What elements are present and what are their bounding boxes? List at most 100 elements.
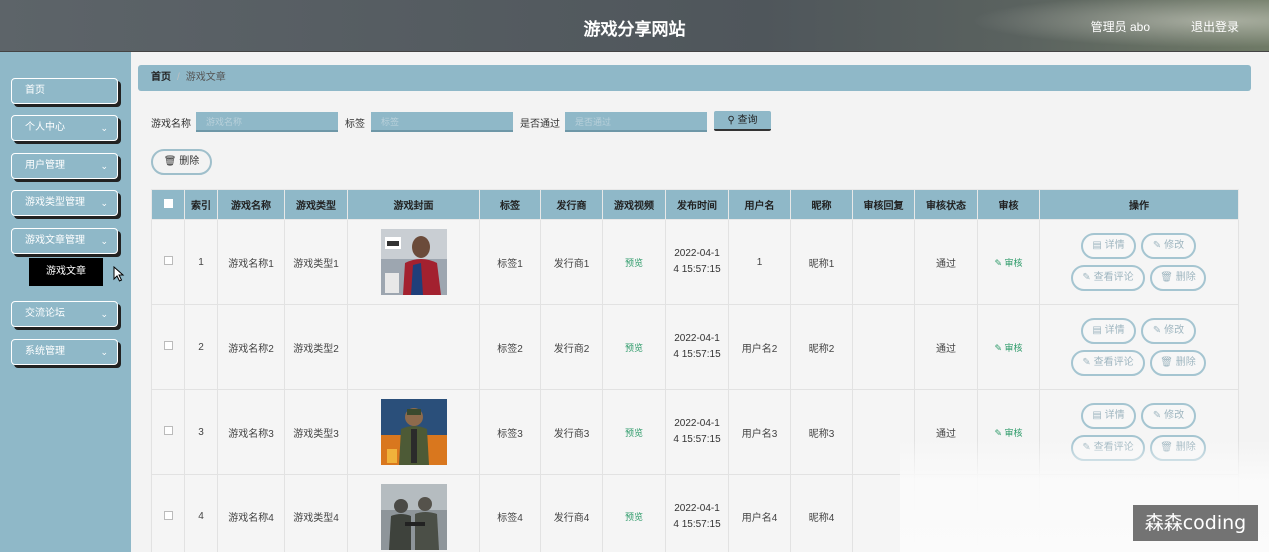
row-select-cell [151,389,185,475]
index-cell: 1 [184,219,218,305]
chevron-down-icon: ⌄ [100,347,108,357]
index-cell: 2 [184,304,218,390]
tag-cell: 标签4 [479,474,541,552]
name-filter-label: 游戏名称 [151,119,191,130]
publisher-cell: 发行商1 [540,219,603,305]
game-type-cell: 游戏类型1 [284,219,348,305]
submenu-item-game-articles[interactable]: 游戏文章 [29,258,103,286]
reply-cell [852,304,915,390]
sidebar-item-game-types[interactable]: 游戏类型管理 ⌄ [11,190,118,216]
delete-button[interactable]: 🗑 删除 [1150,265,1206,291]
audit-link[interactable]: ✎ 审核 [994,258,1022,268]
edit-icon: ✎ [1152,325,1162,336]
audit-label: 审核 [1004,427,1023,438]
row-checkbox[interactable] [163,510,173,520]
video-preview-link[interactable]: 预览 [625,258,643,268]
username-cell: 用户名3 [728,389,791,475]
video-preview-link[interactable]: 预览 [625,428,643,438]
chevron-down-icon: ⌄ [100,236,108,246]
column-header[interactable]: 标签 [479,189,541,220]
date-cell: 2022-04-1 4 15:57:15 [665,304,729,390]
nickname-cell: 昵称2 [790,304,853,390]
bulk-delete-button[interactable]: 🗑 删除 [151,149,212,175]
breadcrumb-home[interactable]: 首页 [151,72,171,83]
chevron-down-icon: ⌄ [100,123,108,133]
video-preview-link[interactable]: 预览 [625,343,643,353]
audit-link[interactable]: ✎ 审核 [994,343,1022,353]
date-cell: 2022-04-1 4 15:57:15 [665,389,729,475]
column-header[interactable]: 审核状态 [914,189,978,220]
audit-link[interactable]: ✎ 审核 [994,428,1022,438]
publisher-cell: 发行商4 [540,474,603,552]
cover-cell [347,389,480,475]
column-header[interactable]: 发布时间 [665,189,729,220]
edit-button[interactable]: ✎ 修改 [1141,318,1196,344]
date-line-1: 2022-04-1 [674,502,720,514]
column-header[interactable]: 游戏类型 [284,189,348,220]
column-header[interactable]: 发行商 [540,189,603,220]
column-header[interactable]: 昵称 [790,189,853,220]
trash-icon: 🗑 [1160,272,1173,283]
pencil-icon: ✎ [994,342,1002,353]
audit-label: 审核 [1004,257,1023,268]
game-name-cell: 游戏名称3 [217,389,285,475]
table-row: 1 游戏名称1 游戏类型1 标签1 发行商1 预览 2022-04-1 4 15… [151,219,1239,305]
column-header[interactable]: 索引 [184,189,218,220]
game-type-cell: 游戏类型3 [284,389,348,475]
top-header: 游戏分享网站 管理员 abo 退出登录 [0,0,1269,52]
video-cell: 预览 [602,304,666,390]
row-checkbox[interactable] [163,256,173,265]
column-header[interactable]: 游戏视频 [602,189,666,220]
video-cell: 预览 [602,474,666,552]
column-header[interactable]: 游戏名称 [217,189,285,220]
table-header-row: 索引 游戏名称 游戏类型 游戏封面 标签 发行商 游戏视频 发布时间 用户名 昵… [151,189,1239,220]
logout-link[interactable]: 退出登录 [1191,18,1239,35]
sidebar-item-label: 交流论坛 [25,308,65,319]
game-name-cell: 游戏名称4 [217,474,285,552]
nickname-cell: 昵称1 [790,219,853,305]
sidebar-item-system[interactable]: 系统管理 ⌄ [11,339,118,365]
column-header[interactable]: 游戏封面 [347,189,480,220]
tag-cell: 标签3 [479,389,541,475]
view-comments-button[interactable]: ✎ 查看评论 [1071,350,1145,376]
date-line-2: 4 15:57:15 [673,349,721,360]
search-button[interactable]: ⚲ 查询 [714,111,771,131]
sidebar-item-label: 游戏类型管理 [25,197,85,208]
view-comments-button[interactable]: ✎ 查看评论 [1071,265,1145,291]
column-header[interactable]: 审核 [977,189,1040,220]
sidebar-item-profile[interactable]: 个人中心 ⌄ [11,115,118,141]
username-cell: 用户名2 [728,304,791,390]
sidebar-item-forum[interactable]: 交流论坛 ⌄ [11,301,118,327]
sidebar-item-label: 系统管理 [25,346,65,357]
breadcrumb: 首页 / 游戏文章 [138,65,1251,91]
row-checkbox[interactable] [163,341,173,350]
detail-button[interactable]: ▤ 详情 [1081,233,1136,259]
sidebar-item-game-articles[interactable]: 游戏文章管理 ⌄ [11,228,118,254]
column-header[interactable]: 操作 [1039,189,1239,220]
status-cell: 通过 [914,304,978,390]
current-user: 管理员 abo [1090,20,1150,34]
row-checkbox[interactable] [163,426,173,435]
chevron-down-icon: ⌄ [100,309,108,319]
edit-button[interactable]: ✎ 修改 [1141,403,1196,429]
sidebar-item-users[interactable]: 用户管理 ⌄ [11,153,118,179]
name-filter-input[interactable]: 游戏名称 [196,112,338,132]
sidebar-item-home[interactable]: 首页 [11,78,118,104]
tag-filter-input[interactable]: 标签 [371,112,513,132]
detail-label: 详情 [1104,325,1125,336]
detail-label: 详情 [1104,240,1125,251]
tag-cell: 标签1 [479,219,541,305]
edit-button[interactable]: ✎ 修改 [1141,233,1196,259]
select-all-checkbox[interactable] [163,198,173,208]
watermark: 森森coding [1133,505,1258,541]
trash-icon: 🗑 [163,156,177,167]
delete-button[interactable]: 🗑 删除 [1150,350,1206,376]
column-header[interactable]: 用户名 [728,189,791,220]
date-line-1: 2022-04-1 [674,418,720,429]
detail-button[interactable]: ▤ 详情 [1081,403,1136,429]
column-header[interactable]: 审核回复 [852,189,915,220]
video-preview-link[interactable]: 预览 [625,512,643,522]
pass-filter-input[interactable]: 是否通过 [565,112,707,132]
nickname-cell: 昵称3 [790,389,853,475]
detail-button[interactable]: ▤ 详情 [1081,318,1136,344]
